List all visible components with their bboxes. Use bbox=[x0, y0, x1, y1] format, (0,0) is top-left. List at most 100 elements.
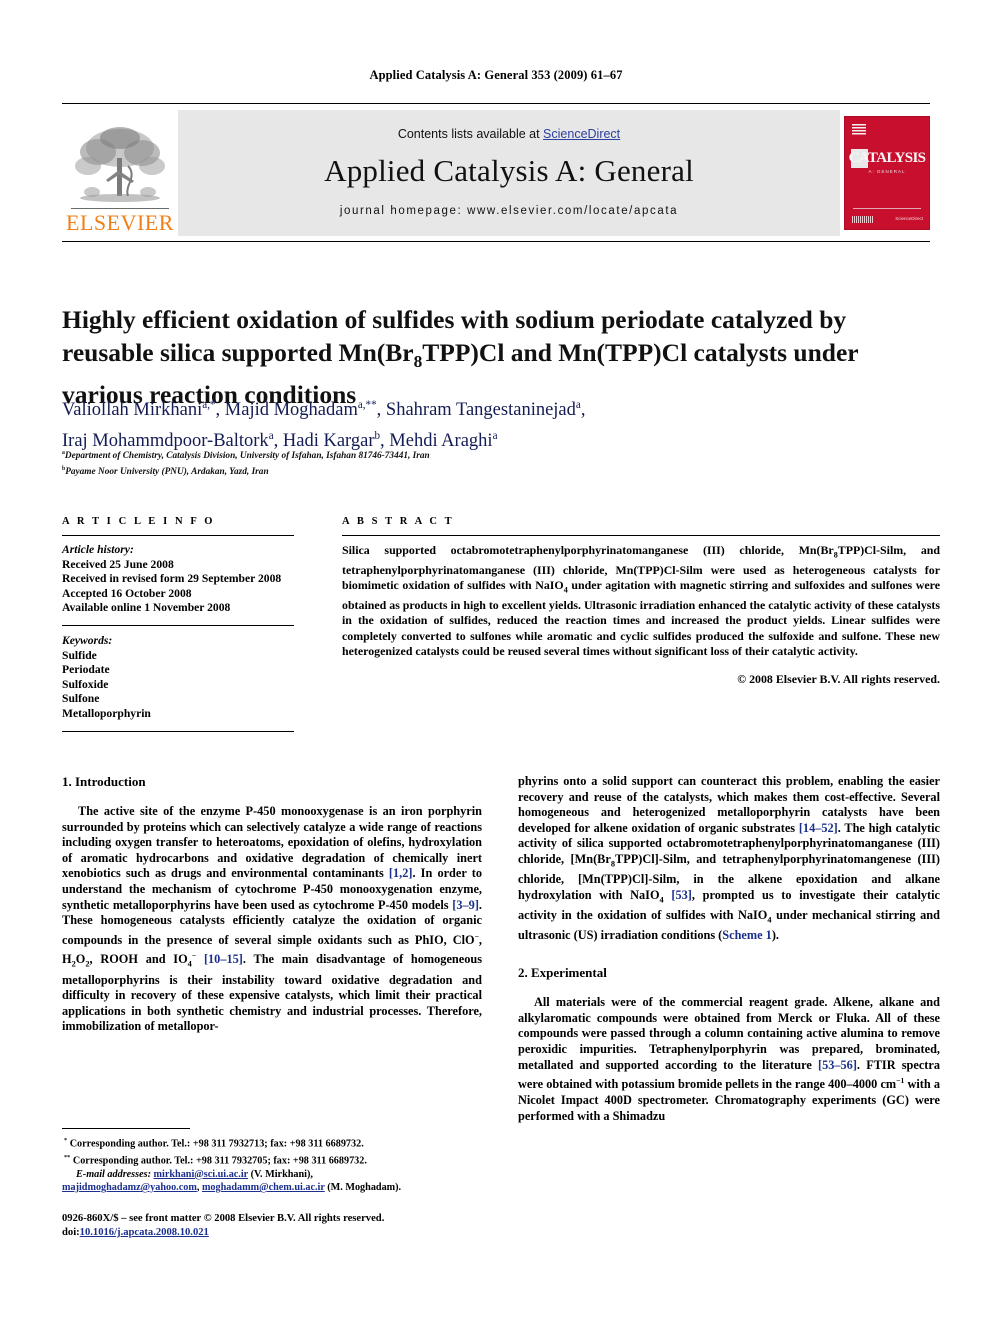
contents-available-line: Contents lists available at ScienceDirec… bbox=[398, 127, 620, 141]
elsevier-logo: ELSEVIER bbox=[62, 110, 178, 236]
banner-bottom-rule bbox=[62, 241, 930, 242]
cover-subtitle: A: GENERAL bbox=[868, 169, 906, 174]
abstract-copyright: © 2008 Elsevier B.V. All rights reserved… bbox=[737, 671, 940, 686]
citation-ref[interactable]: [14–52] bbox=[799, 821, 838, 835]
elsevier-tree-icon bbox=[75, 127, 165, 202]
abstract-heading: A B S T R A C T bbox=[342, 516, 455, 527]
abstract-rule bbox=[342, 535, 940, 536]
affiliation-list: aDepartment of Chemistry, Catalysis Divi… bbox=[62, 447, 940, 478]
author-name: Valiollah Mirkhani bbox=[62, 400, 203, 421]
email-addresses-label: E-mail addresses: bbox=[76, 1168, 151, 1180]
contents-prefix: Contents lists available at bbox=[397, 127, 544, 141]
history-item: Available online 1 November 2008 bbox=[62, 601, 231, 615]
author-mark: a,* bbox=[202, 399, 216, 411]
doi-label: doi: bbox=[62, 1227, 80, 1238]
author-list: Valiollah Mirkhania,*, Majid Moghadama,*… bbox=[62, 399, 586, 452]
citation-ref[interactable]: [1,2] bbox=[389, 866, 413, 880]
cover-barcode bbox=[852, 216, 874, 223]
author-name: Shahram Tangestaninejad bbox=[385, 400, 576, 421]
intro-paragraph-left: The active site of the enzyme P-450 mono… bbox=[62, 804, 482, 1034]
author-mark: a,** bbox=[357, 399, 377, 411]
article-info-block: A R T I C L E I N F O Article history: R… bbox=[62, 516, 294, 740]
author-mark: a bbox=[575, 399, 581, 411]
article-info-heading: A R T I C L E I N F O bbox=[62, 516, 216, 527]
abstract-text: Silica supported octabromotetraphenylpor… bbox=[342, 543, 940, 659]
footnote-email-line-2: majidmoghadamz@yahoo.com, moghadamm@chem… bbox=[62, 1181, 482, 1194]
article-info-rule-top bbox=[62, 535, 294, 536]
affiliation-text: Payame Noor University (PNU), Ardakan, Y… bbox=[65, 466, 269, 477]
email-link-moghadamm[interactable]: moghadamm@chem.ui.ac.ir bbox=[202, 1182, 325, 1193]
experimental-paragraph: All materials were of the commercial rea… bbox=[518, 995, 941, 1123]
citation-ref[interactable]: [53] bbox=[671, 888, 692, 902]
title-subscript: 8 bbox=[413, 352, 423, 372]
footnote-email-line-1: E-mail addresses: mirkhani@sci.ui.ac.ir … bbox=[62, 1168, 482, 1181]
cover-image: CATALYSIS A: GENERAL ScienceDirect bbox=[844, 116, 930, 230]
title-line-2b: TPP)Cl and Mn(TPP)Cl catalysts under bbox=[422, 338, 859, 368]
affiliation-item: bPayame Noor University (PNU), Ardakan, … bbox=[62, 463, 940, 479]
footnote-mark: * bbox=[64, 1137, 68, 1144]
cover-title: CATALYSIS bbox=[848, 150, 926, 166]
journal-banner: ELSEVIER Contents lists available at Sci… bbox=[62, 103, 930, 242]
footnote-text: Corresponding author. Tel.: +98 311 7932… bbox=[69, 1138, 364, 1150]
paper-page: Applied Catalysis A: General 353 (2009) … bbox=[0, 0, 992, 1323]
journal-cover-thumbnail[interactable]: CATALYSIS A: GENERAL ScienceDirect bbox=[840, 110, 930, 236]
article-info-rule-bottom bbox=[62, 730, 294, 732]
footnote-rule bbox=[62, 1128, 190, 1129]
email-link-mirkhani[interactable]: mirkhani@sci.ui.ac.ir bbox=[154, 1169, 248, 1180]
affiliation-text: Department of Chemistry, Catalysis Divis… bbox=[64, 451, 430, 462]
author-mark: b bbox=[374, 430, 381, 443]
email-owner-2: (M. Moghadam). bbox=[327, 1182, 402, 1193]
elsevier-wordmark: ELSEVIER bbox=[66, 210, 174, 235]
doi-link[interactable]: 10.1016/j.apcata.2008.10.021 bbox=[80, 1227, 209, 1238]
cover-top-marks bbox=[852, 124, 866, 136]
section-heading-introduction: 1. Introduction bbox=[62, 774, 146, 789]
footnote-item: ** Corresponding author. Tel.: +98 311 7… bbox=[62, 1151, 482, 1168]
history-item: Received 25 June 2008 bbox=[62, 557, 174, 571]
keyword-item: Sulfoxide bbox=[62, 677, 109, 691]
history-item: Accepted 16 October 2008 bbox=[62, 586, 192, 600]
author-name: Majid Moghadam bbox=[224, 400, 358, 421]
keyword-item: Sulfone bbox=[62, 692, 100, 706]
keyword-item: Metalloporphyrin bbox=[62, 706, 151, 720]
title-line-1: Highly efficient oxidation of sulfides w… bbox=[62, 305, 847, 335]
section-heading-experimental: 2. Experimental bbox=[518, 965, 607, 981]
elsevier-divider bbox=[71, 208, 169, 209]
keyword-item: Sulfide bbox=[62, 648, 97, 662]
cover-footer-brand: ScienceDirect bbox=[895, 216, 923, 221]
keywords-block: Keywords: Sulfide Periodate Sulfoxide Su… bbox=[62, 634, 294, 722]
front-matter-footer: 0926-860X/$ – see front matter © 2008 El… bbox=[62, 1212, 522, 1240]
footnote-mark: ** bbox=[64, 1153, 71, 1161]
intro-paragraph-right: phyrins onto a solid support can counter… bbox=[518, 774, 940, 942]
citation-ref[interactable]: [53–56] bbox=[818, 1058, 857, 1072]
journal-title: Applied Catalysis A: General bbox=[324, 153, 694, 188]
doi-line: doi:10.1016/j.apcata.2008.10.021 bbox=[62, 1226, 522, 1240]
article-info-rule-mid bbox=[62, 624, 294, 626]
citation-ref[interactable]: [10–15] bbox=[204, 953, 243, 967]
journal-homepage[interactable]: journal homepage: www.elsevier.com/locat… bbox=[340, 205, 678, 217]
email-owner-1: (V. Mirkhani), bbox=[250, 1168, 313, 1180]
footnote-item: * Corresponding author. Tel.: +98 311 79… bbox=[62, 1134, 482, 1151]
title-line-2a: reusable silica supported Mn(Br bbox=[62, 338, 414, 368]
issn-line: 0926-860X/$ – see front matter © 2008 El… bbox=[62, 1213, 385, 1224]
body-column-right: phyrins onto a solid support can counter… bbox=[518, 774, 940, 1124]
keyword-item: Periodate bbox=[62, 663, 110, 677]
abstract-block: A B S T R A C T Silica supported octabro… bbox=[342, 516, 940, 687]
author-mark: a bbox=[492, 430, 498, 443]
citation-ref[interactable]: [3–9] bbox=[452, 898, 479, 912]
sciencedirect-link[interactable]: ScienceDirect bbox=[543, 127, 620, 141]
banner-top-rule bbox=[62, 103, 930, 104]
article-history: Article history: Received 25 June 2008 R… bbox=[62, 543, 294, 616]
cover-footer-rule bbox=[853, 208, 921, 209]
keywords-label: Keywords: bbox=[62, 633, 113, 647]
body-column-left: 1. Introduction The active site of the e… bbox=[62, 774, 482, 1035]
author-mark: a bbox=[268, 430, 274, 443]
cover-title-band: CATALYSIS A: GENERAL bbox=[845, 150, 929, 175]
running-head: Applied Catalysis A: General 353 (2009) … bbox=[369, 68, 623, 82]
banner-center: Contents lists available at ScienceDirec… bbox=[178, 110, 840, 236]
affiliation-item: aDepartment of Chemistry, Catalysis Divi… bbox=[62, 447, 940, 463]
scheme-ref[interactable]: Scheme 1 bbox=[722, 928, 772, 942]
article-history-label: Article history: bbox=[62, 543, 134, 556]
history-item: Received in revised form 29 September 20… bbox=[62, 572, 282, 586]
email-link-majidmoghadamz[interactable]: majidmoghadamz@yahoo.com bbox=[62, 1182, 197, 1193]
corresponding-author-footnotes: * Corresponding author. Tel.: +98 311 79… bbox=[62, 1128, 482, 1194]
